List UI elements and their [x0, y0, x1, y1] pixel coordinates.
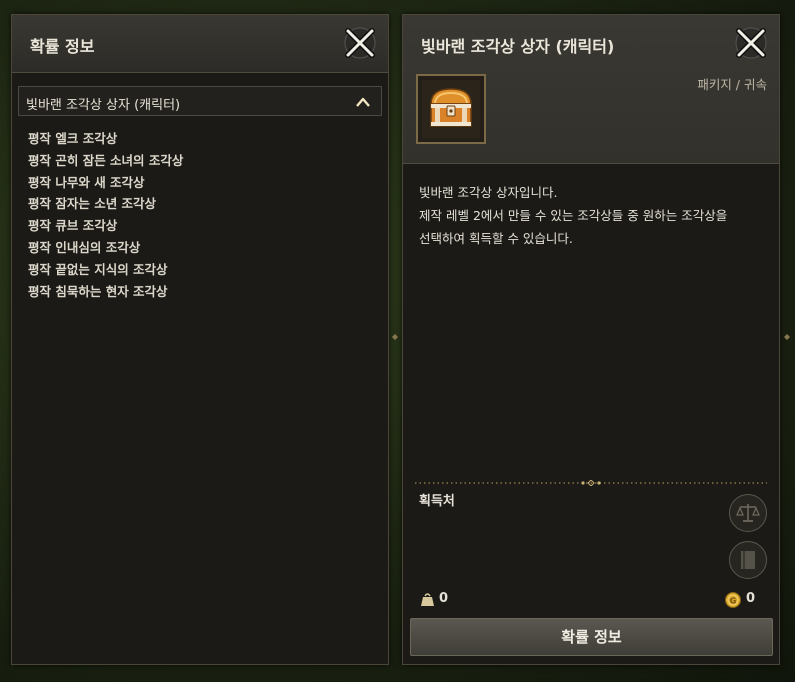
close-icon — [735, 27, 767, 59]
item-icon-frame — [416, 74, 486, 144]
book-button[interactable] — [729, 541, 767, 579]
gold-coin-icon: G — [725, 592, 741, 608]
panel-edge-marker-icon — [392, 334, 398, 340]
panel-edge-marker-icon — [784, 334, 790, 340]
acquire-source-label: 획득처 — [419, 494, 455, 509]
list-item[interactable]: 평작 끝없는 지식의 조각상 — [28, 259, 183, 281]
list-item[interactable]: 평작 곤히 잠든 소녀의 조각상 — [28, 150, 183, 172]
list-item[interactable]: 평작 침묵하는 현자 조각상 — [28, 281, 183, 303]
close-button[interactable] — [733, 25, 769, 61]
list-item[interactable]: 평작 인내심의 조각상 — [28, 237, 183, 259]
gold-indicator: G 0 — [725, 591, 765, 609]
list-item[interactable]: 평작 큐브 조각상 — [28, 215, 183, 237]
book-icon — [741, 551, 755, 569]
category-dropdown[interactable]: 빛바랜 조각상 상자 (캐릭터) — [18, 86, 382, 116]
description-line: 제작 레벨 2에서 만들 수 있는 조각상들 중 원하는 조각상을 — [419, 208, 728, 223]
list-item[interactable]: 평작 나무와 새 조각상 — [28, 172, 183, 194]
item-detail-panel: 빛바랜 조각상 상자 (캐릭터) 패키지 / 귀속 빛바랜 조각상 상자입니다.… — [402, 14, 780, 665]
item-header: 빛바랜 조각상 상자 (캐릭터) 패키지 / 귀속 — [403, 15, 779, 164]
probability-info-button[interactable]: 확률 정보 — [410, 618, 773, 656]
close-icon — [344, 27, 376, 59]
probability-item-list: 평작 엘크 조각상 평작 곤히 잠든 소녀의 조각상 평작 나무와 새 조각상 … — [28, 128, 183, 302]
svg-text:G: G — [730, 597, 737, 606]
panel-title: 확률 정보 — [30, 37, 95, 56]
scale-icon — [736, 504, 760, 522]
gold-value: 0 — [746, 591, 756, 606]
dropdown-selected-label: 빛바랜 조각상 상자 (캐릭터) — [26, 98, 181, 113]
treasure-chest-icon — [422, 80, 480, 138]
close-button[interactable] — [342, 25, 378, 61]
item-category-label: 패키지 / 귀속 — [697, 77, 767, 92]
description-line: 선택하여 획득할 수 있습니다. — [419, 231, 573, 246]
list-item[interactable]: 평작 엘크 조각상 — [28, 128, 183, 150]
weight-icon — [421, 593, 434, 606]
item-description: 빛바랜 조각상 상자입니다. 제작 레벨 2에서 만들 수 있는 조각상들 중 … — [419, 181, 769, 250]
trade-scale-button[interactable] — [729, 494, 767, 532]
probability-info-panel: 확률 정보 빛바랜 조각상 상자 (캐릭터) 평작 엘크 조각상 평작 곤히 잠… — [11, 14, 389, 665]
item-title: 빛바랜 조각상 상자 (캐릭터) — [421, 37, 615, 56]
panel-header: 확률 정보 — [12, 15, 388, 73]
chevron-up-icon — [356, 97, 370, 107]
ornament-divider — [415, 480, 767, 486]
description-line: 빛바랜 조각상 상자입니다. — [419, 185, 558, 200]
weight-value: 0 — [439, 591, 449, 606]
list-item[interactable]: 평작 잠자는 소년 조각상 — [28, 193, 183, 215]
